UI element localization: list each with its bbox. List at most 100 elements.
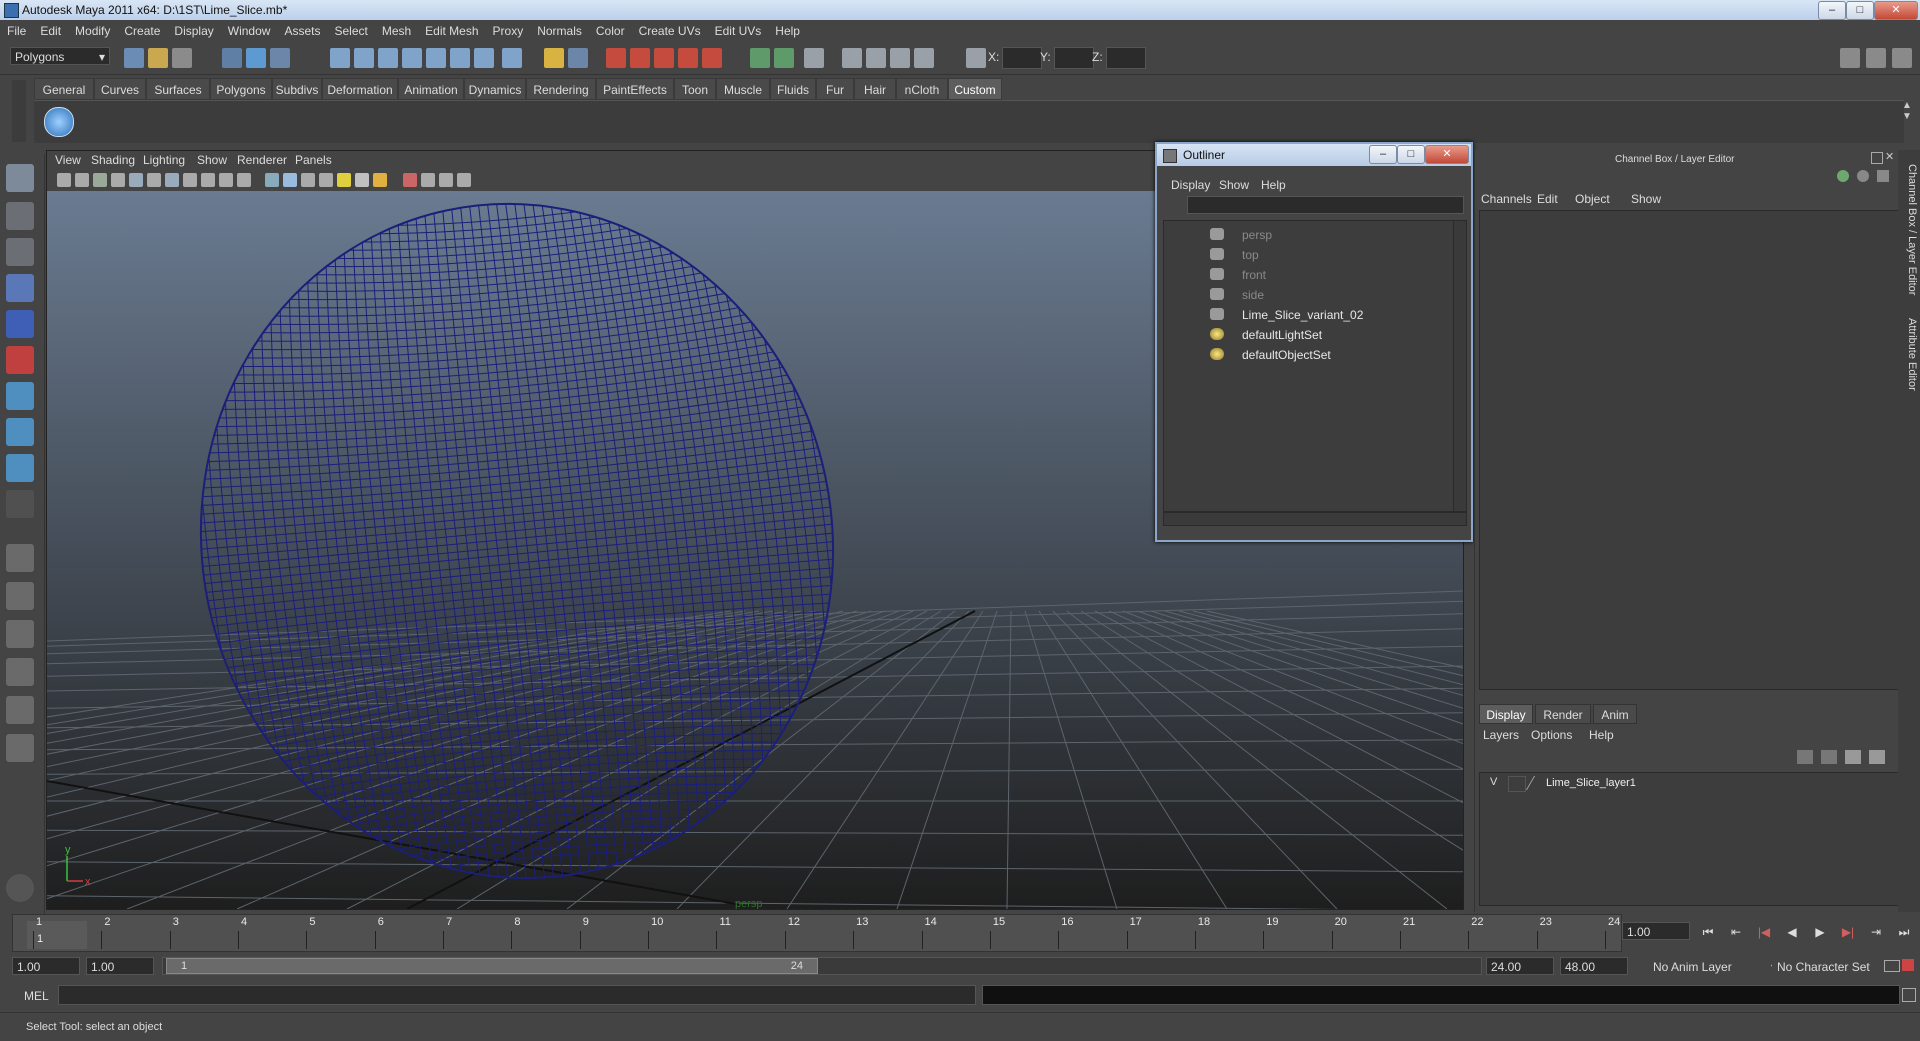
- mel-input[interactable]: [58, 985, 976, 1005]
- outliner-item[interactable]: defaultLightSet: [1164, 325, 1454, 345]
- outliner-vertical-scrollbar[interactable]: [1453, 220, 1467, 512]
- playback-start-field[interactable]: 1.00: [86, 957, 154, 975]
- perspective-graph-hypergraph-layout-icon[interactable]: [6, 734, 34, 762]
- menu-help[interactable]: Help: [768, 20, 807, 42]
- render-current-icon[interactable]: [630, 48, 650, 68]
- film-gate-icon[interactable]: [147, 173, 161, 187]
- shelf-tab-animation[interactable]: Animation: [398, 78, 464, 100]
- image-plane-icon[interactable]: [111, 173, 125, 187]
- toggle-tool-settings-icon[interactable]: [1866, 48, 1886, 68]
- side-tab-attribute-editor[interactable]: Attribute Editor: [1900, 318, 1918, 391]
- animation-start-field[interactable]: 1.00: [12, 957, 80, 975]
- universal-manipulator-icon[interactable]: [6, 382, 34, 410]
- step-forward-frame-button[interactable]: ▶|: [1838, 924, 1858, 940]
- batch-render-icon[interactable]: [866, 48, 886, 68]
- menu-display[interactable]: Display: [167, 20, 220, 42]
- help-icon[interactable]: [502, 48, 522, 68]
- viewport-menu-show[interactable]: Show: [197, 153, 227, 167]
- perspective-outliner-layout-icon[interactable]: [6, 620, 34, 648]
- play-backwards-button[interactable]: ◀: [1782, 924, 1802, 940]
- menu-set-select[interactable]: Polygons ▾: [10, 47, 110, 65]
- outliner-minimize-button[interactable]: –: [1369, 145, 1397, 164]
- outliner-item[interactable]: persp: [1164, 225, 1454, 245]
- last-tool-icon[interactable]: [6, 490, 34, 518]
- layer-type-toggle[interactable]: [1508, 776, 1526, 792]
- outliner-filter-input[interactable]: [1187, 196, 1464, 214]
- select-component-icon[interactable]: [270, 48, 290, 68]
- lasso-tool-icon[interactable]: [6, 202, 34, 230]
- render-view-icon[interactable]: [842, 48, 862, 68]
- layer-menu-help[interactable]: Help: [1589, 728, 1614, 742]
- snap-plane-icon[interactable]: [402, 48, 422, 68]
- single-perspective-layout-icon[interactable]: [6, 544, 34, 572]
- modeling-toolkit-icon[interactable]: [750, 48, 770, 68]
- snap-view-icon[interactable]: [474, 48, 494, 68]
- move-tool-icon[interactable]: [6, 274, 34, 302]
- shelf-tab-fluids[interactable]: Fluids: [770, 78, 816, 100]
- viewport-menu-view[interactable]: View: [55, 153, 81, 167]
- layer-color-swatch[interactable]: [1525, 776, 1546, 790]
- checkmark-icon[interactable]: [44, 107, 74, 137]
- shelf-tab-custom[interactable]: Custom: [948, 78, 1002, 100]
- move-layer-up-icon[interactable]: [1845, 750, 1861, 764]
- transform-constraints-icon[interactable]: [774, 48, 794, 68]
- bounding-box-icon[interactable]: [301, 173, 315, 187]
- viewport-menu-renderer[interactable]: Renderer: [237, 153, 287, 167]
- construction-history-icon[interactable]: [606, 48, 626, 68]
- close-panel-icon[interactable]: ✕: [1885, 150, 1894, 163]
- shelf-tab-ncloth[interactable]: nCloth: [896, 78, 948, 100]
- time-slider[interactable]: 1 1 2 3 4 5 6 7 8 9 10 11 12 13 14 15 16 17 18 19 20 21 22 23 2…: [12, 914, 1622, 952]
- shelf-scroll[interactable]: ▲ ▼: [1900, 100, 1914, 142]
- camera-select-icon[interactable]: [57, 173, 71, 187]
- minimize-button[interactable]: –: [1818, 1, 1846, 20]
- menu-edit-uvs[interactable]: Edit UVs: [708, 20, 769, 42]
- four-view-layout-icon[interactable]: [6, 582, 34, 610]
- step-forward-key-button[interactable]: ⇥: [1866, 924, 1886, 940]
- hyper-icon[interactable]: [1877, 170, 1889, 182]
- viewport-menu-panels[interactable]: Panels: [295, 153, 332, 167]
- channel-box-menu-object[interactable]: Object: [1575, 192, 1610, 206]
- menu-create-uvs[interactable]: Create UVs: [632, 20, 708, 42]
- z-input[interactable]: [1106, 47, 1146, 69]
- safe-action-icon[interactable]: [219, 173, 233, 187]
- select-object-icon[interactable]: [246, 48, 266, 68]
- soft-mod-icon[interactable]: [6, 418, 34, 446]
- anim-layer-select[interactable]: No Anim Layer ▾: [1648, 957, 1777, 975]
- outliner-item[interactable]: front: [1164, 265, 1454, 285]
- speed-icon[interactable]: [1857, 170, 1869, 182]
- menu-color[interactable]: Color: [589, 20, 632, 42]
- shelf-tab-muscle[interactable]: Muscle: [716, 78, 770, 100]
- show-render-icon[interactable]: [890, 48, 910, 68]
- channel-box-area[interactable]: [1479, 210, 1899, 690]
- x-input[interactable]: [1002, 47, 1042, 69]
- shadows-icon[interactable]: [373, 173, 387, 187]
- character-set-select[interactable]: No Character Set: [1772, 957, 1880, 975]
- step-back-frame-button[interactable]: |◀: [1754, 924, 1774, 940]
- auto-key-icon[interactable]: [1884, 960, 1900, 972]
- safe-title-icon[interactable]: [237, 173, 251, 187]
- xray-icon[interactable]: [421, 173, 435, 187]
- maximize-button[interactable]: □: [1846, 1, 1874, 20]
- menu-window[interactable]: Window: [221, 20, 278, 42]
- menu-proxy[interactable]: Proxy: [486, 20, 531, 42]
- current-frame-field[interactable]: 1.00: [1622, 922, 1690, 940]
- grid-toggle-icon[interactable]: [129, 173, 143, 187]
- rotate-tool-icon[interactable]: [6, 310, 34, 338]
- lock-icon[interactable]: [544, 48, 564, 68]
- hypershade-layout-icon[interactable]: [6, 696, 34, 724]
- smooth-shading-icon[interactable]: [283, 173, 297, 187]
- select-tool-icon[interactable]: [6, 164, 34, 192]
- outliner-item[interactable]: Lime_Slice_variant_02: [1164, 305, 1454, 325]
- camera-icon[interactable]: [914, 48, 934, 68]
- outliner-horizontal-scrollbar[interactable]: [1163, 512, 1467, 526]
- layer-tab-display[interactable]: Display: [1479, 704, 1533, 724]
- outliner-title-bar[interactable]: Outliner – □ ✕: [1157, 144, 1471, 166]
- preferences-icon[interactable]: [1902, 959, 1914, 971]
- snap-curve-icon[interactable]: [354, 48, 374, 68]
- save-scene-icon[interactable]: [172, 48, 192, 68]
- layer-menu-layers[interactable]: Layers: [1483, 728, 1519, 742]
- channel-box-menu-edit[interactable]: Edit: [1537, 192, 1558, 206]
- move-layer-down-icon[interactable]: [1869, 750, 1885, 764]
- script-editor-icon[interactable]: [1902, 988, 1916, 1002]
- toggle-attribute-editor-icon[interactable]: [1840, 48, 1860, 68]
